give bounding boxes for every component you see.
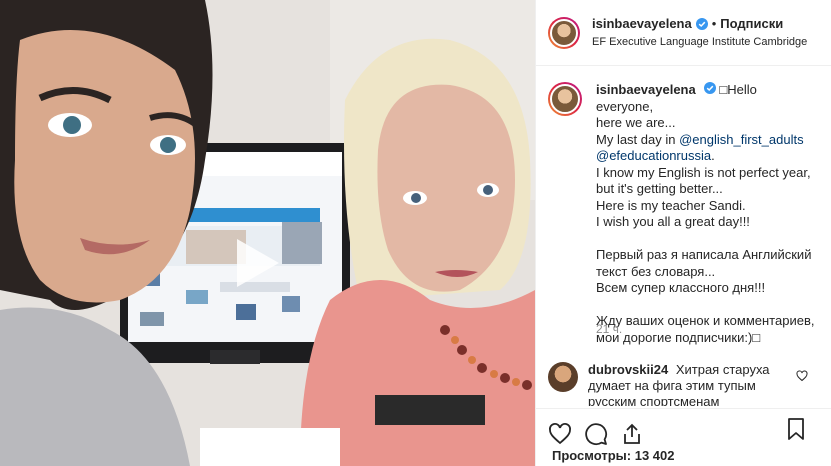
post-actions	[536, 408, 831, 450]
caption-line: but it's getting better...	[596, 181, 723, 196]
comment-icon	[585, 422, 608, 445]
views-label: Просмотры:	[552, 448, 632, 463]
caption-line: here we are...	[596, 115, 676, 130]
author-username[interactable]: isinbaevayelena	[592, 16, 692, 32]
play-icon	[237, 239, 279, 287]
post-location[interactable]: EF Executive Language Institute Cambridg…	[592, 34, 807, 50]
mention-link[interactable]: @efeducationrussia	[596, 148, 711, 163]
share-icon	[624, 423, 640, 444]
save-button[interactable]	[784, 417, 808, 441]
bookmark-icon	[788, 418, 804, 440]
caption-line: мои дорогие подписчики:)□	[596, 329, 761, 345]
post-time[interactable]: 21 ч.	[596, 322, 622, 336]
verified-badge-icon	[695, 17, 708, 30]
caption-line: Всем супер классного дня!!!	[596, 280, 766, 295]
caption-line: .	[711, 148, 715, 163]
caption-text: isinbaevayelena □Hello everyone, here we…	[596, 82, 816, 346]
caption-avatar[interactable]	[548, 82, 582, 116]
caption-line: My last day in	[596, 131, 680, 147]
comment-like-heart-icon[interactable]	[796, 370, 808, 382]
like-button[interactable]	[548, 422, 572, 446]
caption-line: I wish you all a great day!!!	[596, 214, 750, 229]
play-button[interactable]	[233, 237, 281, 289]
comment-item: dubrovskii24 Хитрая старуха думает на фи…	[548, 362, 820, 406]
caption-line: Жду ваших оценок и комментариев,	[596, 313, 815, 328]
caption-line: текст без словаря...	[596, 263, 716, 279]
views-number: 13 402	[634, 448, 675, 463]
post-caption: isinbaevayelena □Hello everyone, here we…	[536, 66, 831, 346]
instagram-post-view: isinbaevayelena • Подписки EF Executive …	[0, 0, 831, 466]
verified-badge-icon	[703, 82, 716, 94]
caption-line: Here is my teacher Sandi.	[596, 197, 746, 213]
heart-icon	[549, 422, 571, 444]
commenter-avatar[interactable]	[548, 362, 578, 392]
caption-line: Первый раз я написала Английский	[596, 247, 812, 262]
video-frame	[0, 0, 535, 466]
post-video[interactable]	[0, 0, 535, 466]
post-header: isinbaevayelena • Подписки EF Executive …	[536, 0, 831, 66]
views-count: Просмотры: 13 402	[552, 448, 674, 463]
share-button[interactable]	[620, 422, 644, 446]
commenter-username[interactable]: dubrovskii24	[588, 362, 668, 377]
author-avatar[interactable]	[548, 16, 580, 49]
mention-link[interactable]: @english_first_adults	[679, 132, 803, 147]
caption-username[interactable]: isinbaevayelena	[596, 82, 696, 97]
caption-line: I know my English is not perfect year,	[596, 164, 811, 180]
comment-button[interactable]	[584, 422, 608, 446]
separator-dot: •	[711, 15, 717, 31]
post-side-panel: isinbaevayelena • Подписки EF Executive …	[535, 0, 831, 466]
following-button[interactable]: Подписки	[720, 16, 783, 32]
